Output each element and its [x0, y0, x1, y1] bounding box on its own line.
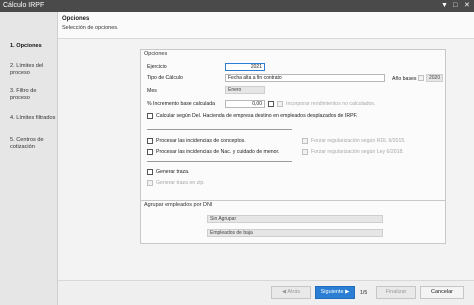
tipo-calculo-label: Tipo de Cálculo	[147, 75, 183, 81]
page-header: Opciones Selección de opciones.	[58, 12, 474, 39]
sin-agrupar-field[interactable]: Sin Agrupar	[207, 215, 383, 223]
calcular-label: Calcular según Del. Hacienda de empresa …	[156, 113, 358, 119]
incorporar-checkbox[interactable]	[277, 101, 283, 107]
empleados-baja-field[interactable]: Empleados de baja	[207, 229, 383, 237]
page-indicator: 1/5	[360, 290, 368, 296]
step-limites-filtrados[interactable]: 4. Límites filtrados	[10, 115, 55, 122]
procesar-nac-checkbox[interactable]	[147, 149, 153, 155]
agrupar-group-title: Agrupar empleados por DNI	[144, 202, 213, 208]
anio-bases-checkbox[interactable]	[418, 75, 424, 81]
anio-bases-input[interactable]: 2020	[426, 74, 443, 82]
forzar-ley-checkbox[interactable]	[302, 149, 308, 155]
page-subtitle: Selección de opciones.	[62, 25, 119, 31]
close-icon[interactable]: ✕	[464, 0, 470, 12]
window-title: Cálculo IRPF	[3, 2, 45, 9]
tipo-calculo-select[interactable]: Fecha alta a fin contrato	[225, 74, 385, 82]
anio-bases-label: Año bases	[392, 76, 417, 82]
incorporar-label: Incorporar rendimientos no calculados.	[286, 101, 376, 107]
procesar-conceptos-label: Procesar las incidencias de conceptos.	[156, 138, 246, 144]
ejercicio-label: Ejercicio	[147, 64, 167, 70]
separator-1	[147, 129, 292, 130]
minimize-icon[interactable]: ▼	[441, 0, 448, 12]
siguiente-label: Siguiente	[320, 289, 344, 295]
generar-traza-label: Generar traza.	[156, 169, 190, 175]
cancelar-button[interactable]: Cancelar	[420, 286, 464, 299]
atras-label: Atrás	[287, 289, 301, 295]
mes-select[interactable]: Enero	[225, 86, 265, 94]
step-centros-cotizacion[interactable]: 5. Centros de cotización	[10, 137, 44, 151]
maximize-icon[interactable]: □	[453, 0, 457, 12]
siguiente-button[interactable]: Siguiente ▶	[315, 286, 355, 299]
calcular-checkbox[interactable]	[147, 113, 153, 119]
wizard-steps-sidebar: 1. Opciones 2. Límites del proceso 3. Fi…	[0, 12, 58, 305]
incremento-input[interactable]: 0,00	[225, 100, 265, 108]
separator-2	[147, 161, 292, 162]
forzar-rdl-checkbox[interactable]	[302, 138, 308, 144]
generar-zip-label: Generar traza en zip.	[156, 180, 205, 186]
forzar-rdl-label: Forzar regularización según RDL 9/2015.	[311, 138, 406, 144]
generar-zip-checkbox[interactable]	[147, 180, 153, 186]
procesar-nac-label: Procesar las incidencias de Nac. y cuida…	[156, 149, 280, 155]
wizard-footer: ◀ Atrás Siguiente ▶ 1/5 Finalizar Cancel…	[58, 280, 474, 305]
incremento-checkbox[interactable]	[268, 101, 274, 107]
finalizar-button[interactable]: Finalizar	[376, 286, 416, 299]
main-panel: Opciones Ejercicio 2021 Tipo de Cálculo …	[58, 40, 474, 280]
step-opciones[interactable]: 1. Opciones	[10, 43, 42, 50]
incremento-label: % Incremento base calculada	[147, 101, 216, 107]
procesar-conceptos-checkbox[interactable]	[147, 138, 153, 144]
step-filtro-proceso[interactable]: 3. Filtro de proceso	[10, 88, 36, 102]
step-limites-proceso[interactable]: 2. Límites del proceso	[10, 63, 43, 77]
generar-traza-checkbox[interactable]	[147, 169, 153, 175]
atras-button[interactable]: ◀ Atrás	[271, 286, 311, 299]
mes-label: Mes	[147, 88, 157, 94]
arrow-right-icon: ▶	[343, 289, 350, 295]
window-titlebar: Cálculo IRPF ▼ □ ✕	[0, 0, 474, 12]
page-title: Opciones	[62, 16, 90, 22]
forzar-ley-label: Forzar regularización según Ley 6/2018.	[311, 149, 404, 155]
opciones-group-title: Opciones	[144, 51, 168, 57]
ejercicio-input[interactable]: 2021	[225, 63, 265, 71]
